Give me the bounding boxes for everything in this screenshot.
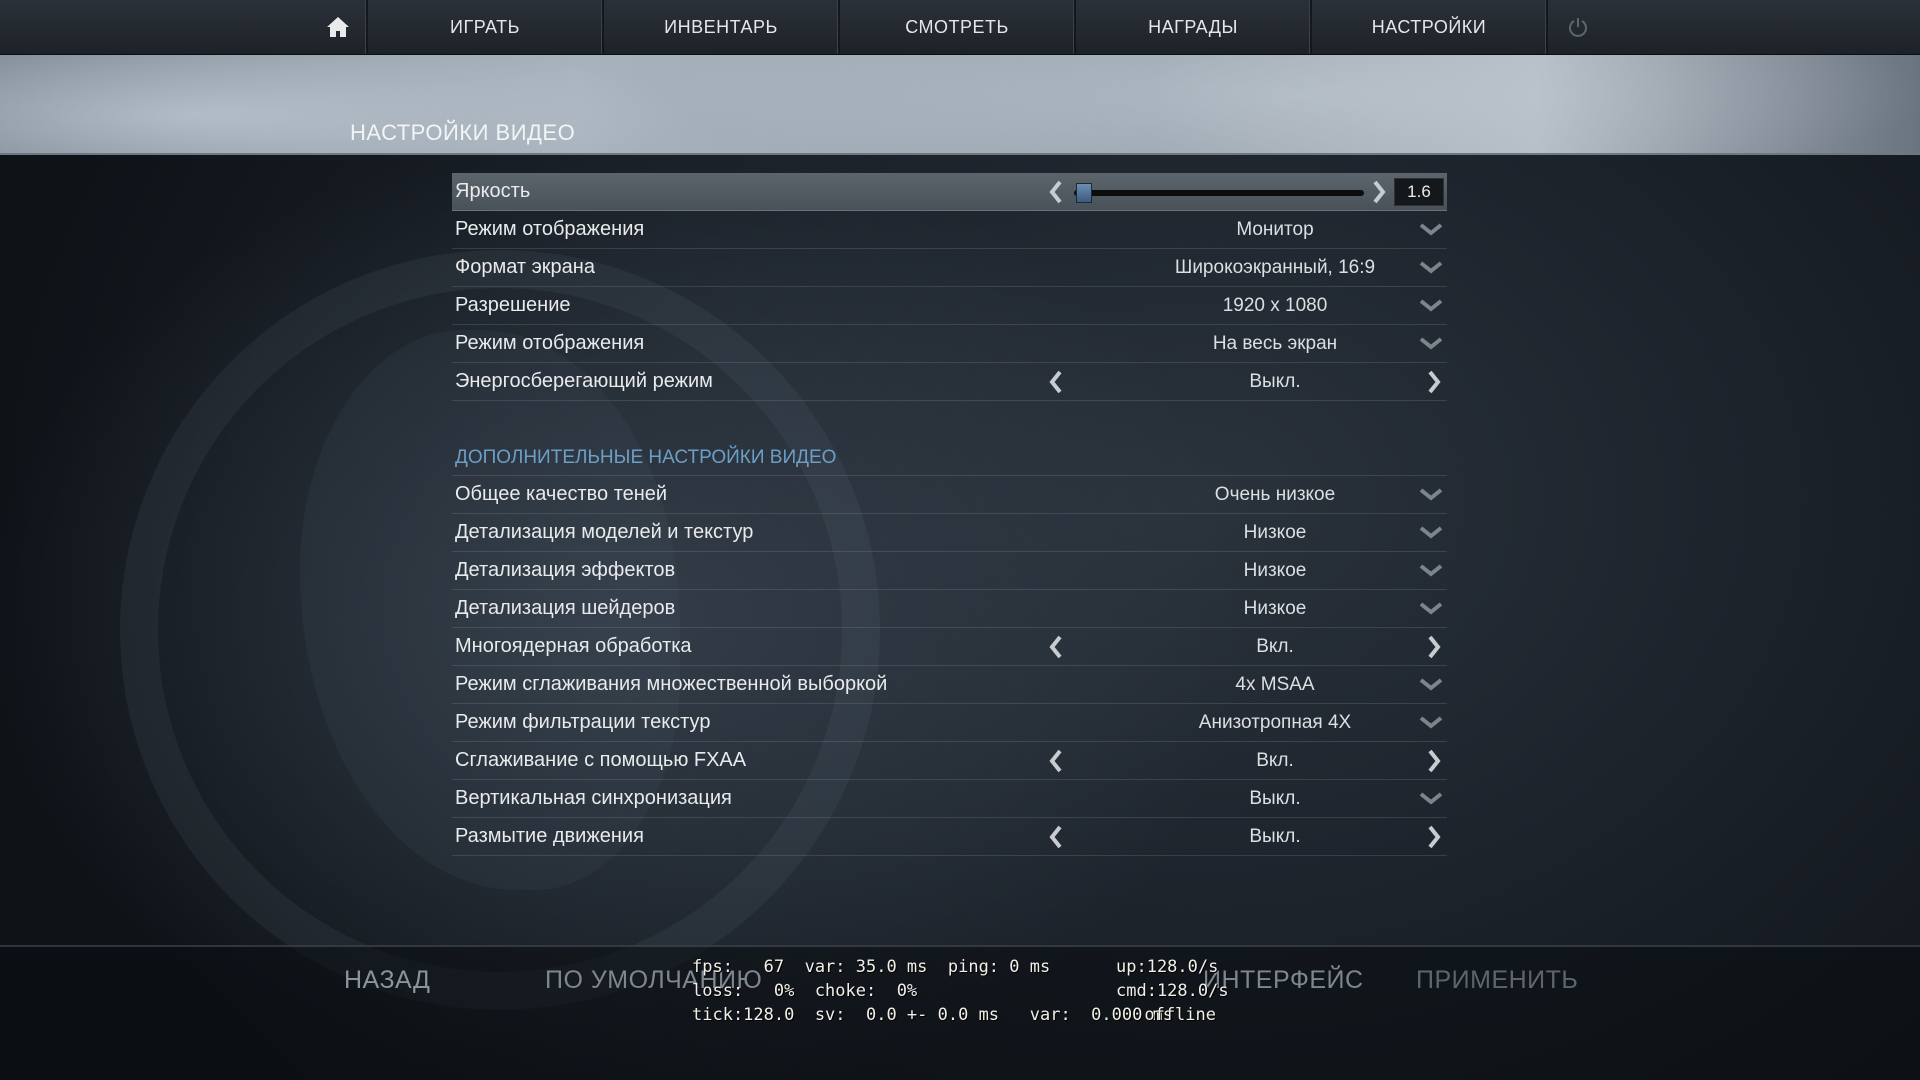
setting-label: Общее качество теней (455, 483, 668, 505)
header-banner (0, 55, 1920, 155)
setting-row[interactable]: Режим отображения На весь экран (452, 325, 1447, 363)
netgraph-cmd: cmd:128.0/s (1116, 981, 1229, 1001)
nav-play[interactable]: ИГРАТЬ (368, 0, 604, 54)
chevron-down-icon[interactable] (1419, 486, 1443, 502)
chevron-left-icon[interactable] (1047, 825, 1065, 849)
nav-inventory[interactable]: ИНВЕНТАРЬ (604, 0, 840, 54)
chevron-right-icon[interactable] (1425, 635, 1443, 659)
setting-label: Детализация эффектов (455, 559, 676, 581)
setting-label: Яркость (455, 180, 531, 202)
setting-label: Сглаживание с помощью FXAA (455, 749, 747, 771)
setting-row[interactable]: Режим фильтрации текстур Анизотропная 4X (452, 704, 1447, 742)
setting-row[interactable]: Общее качество теней Очень низкое (452, 476, 1447, 514)
page-title: НАСТРОЙКИ ВИДЕО (350, 120, 576, 145)
brightness-row[interactable]: Яркость 1.6 (452, 173, 1447, 211)
setting-row[interactable]: Формат экрана Широкоэкранный, 16:9 (452, 249, 1447, 287)
top-navigation-bar: ИГРАТЬ ИНВЕНТАРЬ СМОТРЕТЬ НАГРАДЫ НАСТРО… (0, 0, 1920, 55)
brightness-value[interactable]: 1.6 (1394, 178, 1444, 206)
chevron-down-icon[interactable] (1419, 562, 1443, 578)
chevron-right-icon[interactable] (1425, 825, 1443, 849)
chevron-down-icon[interactable] (1419, 221, 1443, 237)
chevron-down-icon[interactable] (1419, 259, 1443, 275)
chevron-right-icon[interactable] (1370, 180, 1388, 204)
chevron-left-icon[interactable] (1047, 370, 1065, 394)
setting-row[interactable]: Детализация шейдеров Низкое (452, 590, 1447, 628)
netgraph-line-3: tick:128.0 sv: 0.0 +- 0.0 ms var: 0.000 … (692, 1005, 1174, 1025)
setting-label: Режим отображения (455, 218, 645, 240)
setting-row[interactable]: Сглаживание с помощью FXAA Вкл. (452, 742, 1447, 780)
setting-row[interactable]: Вертикальная синхронизация Выкл. (452, 780, 1447, 818)
setting-row[interactable]: Многоядерная обработка Вкл. (452, 628, 1447, 666)
netgraph-stats: fps: 67 var: 35.0 ms ping: 0 ms loss: 0% … (692, 955, 1173, 1027)
chevron-down-icon[interactable] (1419, 335, 1443, 351)
setting-row[interactable]: Энергосберегающий режим Выкл. (452, 363, 1447, 401)
home-icon (327, 17, 349, 37)
chevron-right-icon[interactable] (1425, 370, 1443, 394)
setting-row[interactable]: Размытие движения Выкл. (452, 818, 1447, 856)
chevron-left-icon[interactable] (1047, 635, 1065, 659)
chevron-down-icon[interactable] (1419, 600, 1443, 616)
netgraph-rates: up:128.0/s cmd:128.0/s offline (1116, 955, 1229, 1027)
back-button[interactable]: НАЗАД (344, 966, 430, 995)
setting-label: Многоядерная обработка (455, 635, 692, 657)
setting-label: Режим фильтрации текстур (455, 711, 711, 733)
chevron-left-icon[interactable] (1047, 749, 1065, 773)
chevron-down-icon[interactable] (1419, 297, 1443, 313)
setting-label: Режим отображения (455, 332, 645, 354)
video-settings-panel: Яркость 1.6 Режим отображения Монитор Форм… (452, 173, 1447, 856)
setting-label: Режим сглаживания множественной выборкой (455, 673, 888, 695)
nav-settings[interactable]: НАСТРОЙКИ (1312, 0, 1548, 54)
setting-label: Детализация моделей и текстур (455, 521, 754, 543)
advanced-section-title: ДОПОЛНИТЕЛЬНЫЕ НАСТРОЙКИ ВИДЕО (452, 441, 1447, 476)
nav-awards[interactable]: НАГРАДЫ (1076, 0, 1312, 54)
home-button[interactable] (310, 0, 368, 54)
chevron-down-icon[interactable] (1419, 714, 1443, 730)
chevron-left-icon[interactable] (1047, 180, 1065, 204)
setting-row[interactable]: Разрешение 1920 x 1080 (452, 287, 1447, 325)
netgraph-line-1: fps: 67 var: 35.0 ms ping: 0 ms (692, 957, 1051, 977)
nav-watch[interactable]: СМОТРЕТЬ (840, 0, 1076, 54)
main-nav: ИГРАТЬ ИНВЕНТАРЬ СМОТРЕТЬ НАГРАДЫ НАСТРО… (310, 0, 1608, 54)
setting-label: Вертикальная синхронизация (455, 787, 732, 809)
netgraph-line-2: loss: 0% choke: 0% (692, 981, 918, 1001)
setting-row[interactable]: Режим отображения Монитор (452, 211, 1447, 249)
setting-label: Формат экрана (455, 256, 595, 278)
chevron-down-icon[interactable] (1419, 790, 1443, 806)
setting-label: Размытие движения (455, 825, 644, 847)
brightness-slider-track[interactable] (1074, 190, 1364, 196)
setting-label: Разрешение (455, 294, 571, 316)
netgraph-status: offline (1144, 1005, 1216, 1025)
chevron-down-icon[interactable] (1419, 676, 1443, 692)
setting-label: Детализация шейдеров (455, 597, 676, 619)
chevron-right-icon[interactable] (1425, 749, 1443, 773)
power-icon (1569, 18, 1587, 37)
apply-button[interactable]: ПРИМЕНИТЬ (1416, 966, 1578, 995)
brightness-slider-thumb[interactable] (1076, 183, 1092, 203)
setting-row[interactable]: Детализация эффектов Низкое (452, 552, 1447, 590)
setting-label: Энергосберегающий режим (455, 370, 713, 392)
setting-row[interactable]: Детализация моделей и текстур Низкое (452, 514, 1447, 552)
power-button[interactable] (1548, 0, 1608, 54)
setting-row[interactable]: Режим сглаживания множественной выборкой… (452, 666, 1447, 704)
chevron-down-icon[interactable] (1419, 524, 1443, 540)
netgraph-up: up:128.0/s (1116, 957, 1219, 977)
